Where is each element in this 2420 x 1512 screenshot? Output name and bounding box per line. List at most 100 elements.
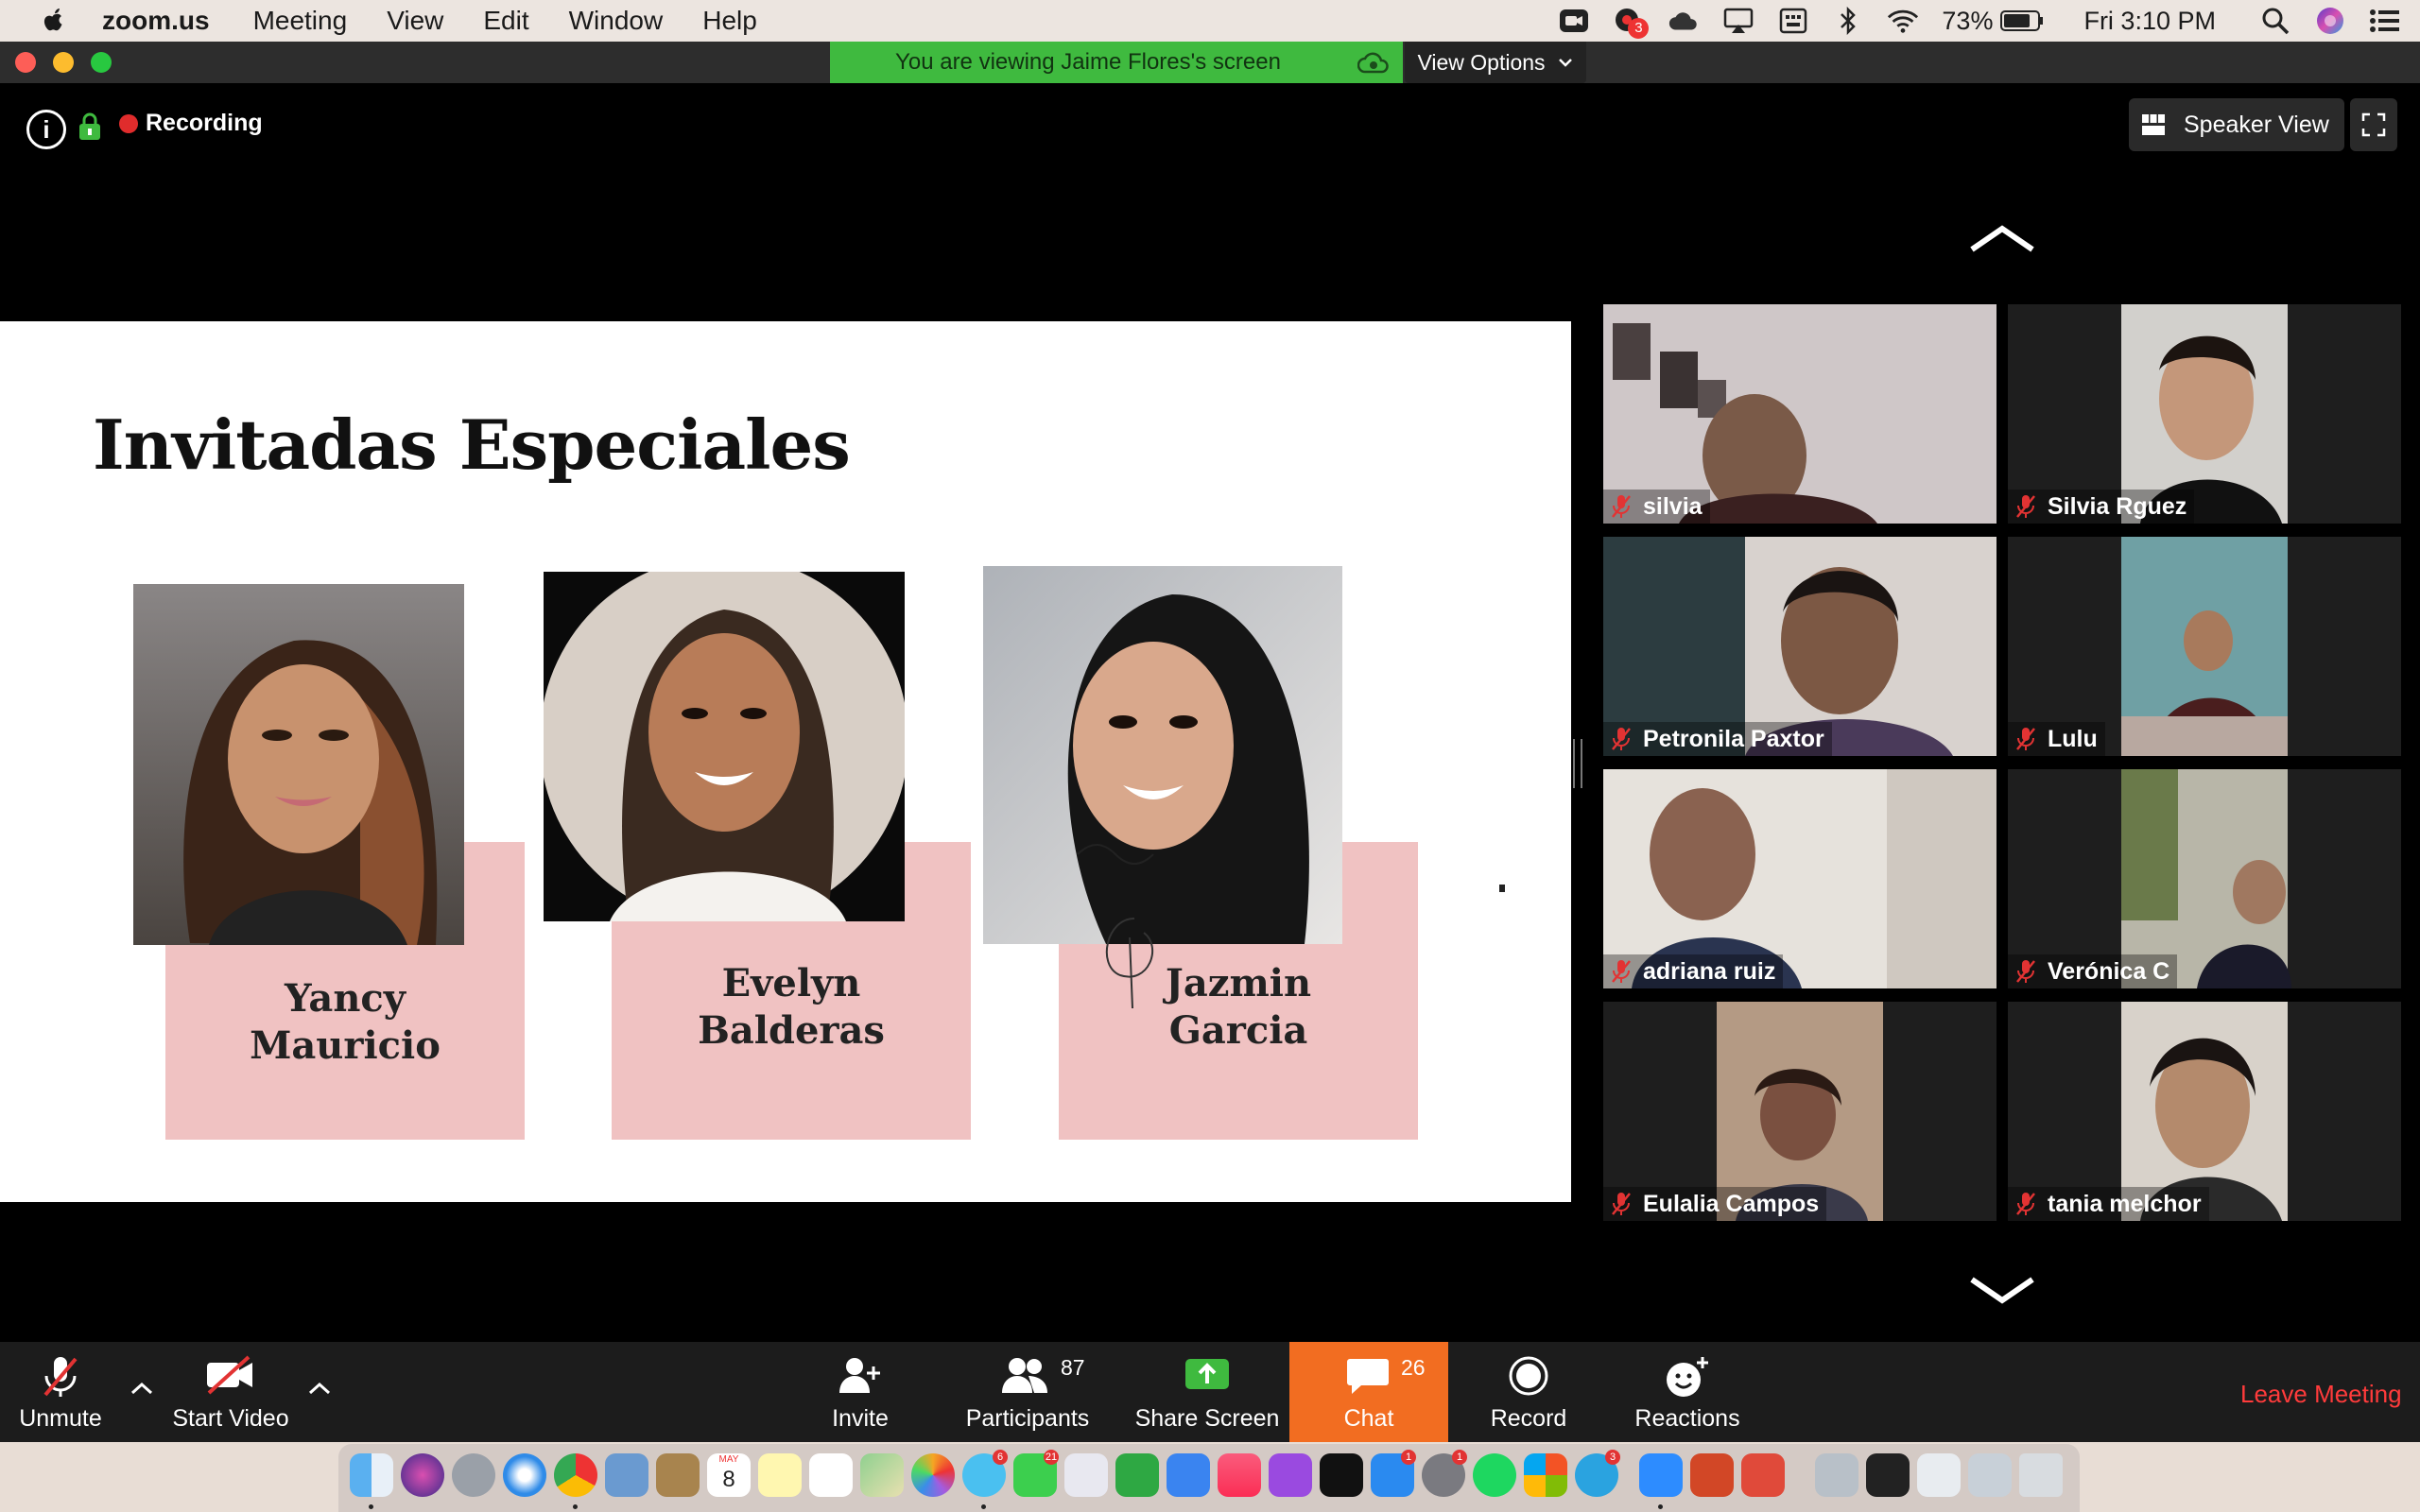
chat-button[interactable]: 26 Chat (1289, 1342, 1448, 1442)
guest-last-name: Mauricio (250, 1023, 441, 1068)
guest-first-name: Evelyn (721, 961, 861, 1005)
muted-mic-icon (2016, 960, 2035, 983)
video-options-chevron-icon[interactable] (308, 1382, 331, 1395)
participant-name-text: Lulu (2048, 725, 2098, 752)
textedit-icon[interactable] (1064, 1453, 1108, 1497)
zoom-status-icon[interactable] (1558, 7, 1590, 35)
zoom-window-button[interactable] (91, 52, 112, 73)
apple-tv-icon[interactable] (1320, 1453, 1363, 1497)
powerpoint-icon[interactable] (1690, 1453, 1734, 1497)
audio-options-chevron-icon[interactable] (130, 1382, 153, 1395)
maps-icon[interactable] (860, 1453, 904, 1497)
microsoft-icon[interactable] (1524, 1453, 1567, 1497)
leave-meeting-button[interactable]: Leave Meeting (2240, 1380, 2402, 1409)
encryption-lock-icon[interactable] (78, 112, 102, 142)
participant-tile[interactable]: tania melchor (2008, 1002, 2401, 1221)
participant-name: tania melchor (2008, 1187, 2209, 1221)
participants-button[interactable]: 87 Participants (951, 1342, 1104, 1442)
dock-badge: 1 (1452, 1450, 1467, 1465)
trash-icon[interactable] (2019, 1453, 2063, 1497)
chrome-icon[interactable] (554, 1453, 597, 1497)
apple-menu-icon[interactable] (40, 7, 68, 35)
gallery-down-arrow-icon[interactable] (1966, 1274, 2038, 1308)
menubar-clock[interactable]: Fri 3:10 PM (2083, 7, 2216, 36)
menu-meeting[interactable]: Meeting (253, 6, 348, 36)
participant-tile[interactable]: Silvia Rguez (2008, 304, 2401, 524)
folder-stack-icon[interactable] (1815, 1453, 1858, 1497)
minimize-window-button[interactable] (53, 52, 74, 73)
menu-help[interactable]: Help (702, 6, 757, 36)
finder-icon[interactable] (350, 1453, 393, 1497)
share-screen-button[interactable]: Share Screen (1131, 1342, 1284, 1442)
view-options-button[interactable]: View Options (1405, 42, 1586, 83)
battery-icon[interactable] (2000, 7, 2044, 35)
keyboard-icon[interactable] (1777, 7, 1809, 35)
record-button[interactable]: Record (1475, 1342, 1582, 1442)
photos-icon[interactable] (911, 1453, 955, 1497)
dock-badge: 3 (1605, 1450, 1620, 1465)
app-name[interactable]: zoom.us (102, 6, 210, 36)
menu-edit[interactable]: Edit (483, 6, 528, 36)
gallery-up-arrow-icon[interactable] (1966, 221, 2038, 255)
zoom-app-icon[interactable] (1639, 1453, 1683, 1497)
menu-view[interactable]: View (387, 6, 443, 36)
participant-name: adriana ruiz (1603, 954, 1784, 988)
notification-center-icon[interactable] (2369, 7, 2401, 35)
safari-icon[interactable] (503, 1453, 546, 1497)
participant-tile[interactable]: Verónica C (2008, 769, 2401, 988)
close-window-button[interactable] (15, 52, 36, 73)
participant-tile[interactable]: Petronila Paxtor (1603, 537, 1996, 756)
calendar-icon[interactable]: MAY 8 (707, 1453, 751, 1497)
reactions-button[interactable]: Reactions (1626, 1342, 1749, 1442)
running-indicator (369, 1504, 373, 1509)
spotify-icon[interactable] (1473, 1453, 1516, 1497)
guest-photo-evelyn (544, 572, 905, 921)
participants-label: Participants (965, 1405, 1090, 1432)
downloads-stack-icon[interactable] (1968, 1453, 2012, 1497)
participant-name-text: tania melchor (2048, 1190, 2202, 1217)
documents-stack-icon[interactable] (1917, 1453, 1961, 1497)
reactions-label: Reactions (1634, 1405, 1740, 1432)
wifi-icon[interactable] (1887, 7, 1919, 35)
participant-name: Petronila Paxtor (1603, 722, 1832, 756)
participant-tile[interactable]: adriana ruiz (1603, 769, 1996, 988)
siri-icon[interactable] (2314, 7, 2346, 35)
notification-app-icon[interactable]: 3 (1613, 7, 1650, 39)
airplay-icon[interactable] (1722, 7, 1754, 35)
notes-archive-icon[interactable] (656, 1453, 700, 1497)
battery-percent: 73% (1942, 6, 1994, 35)
start-video-label: Start Video (172, 1405, 289, 1432)
panel-resize-handle[interactable] (1573, 739, 1582, 788)
cloud-icon[interactable] (1668, 7, 1700, 35)
preview-icon[interactable] (605, 1453, 648, 1497)
participant-tile[interactable]: Eulalia Campos (1603, 1002, 1996, 1221)
invite-button[interactable]: Invite (813, 1342, 908, 1442)
unmute-button[interactable]: Unmute (0, 1342, 121, 1442)
podcasts-icon[interactable] (1269, 1453, 1312, 1497)
bluetooth-icon[interactable] (1832, 7, 1864, 35)
siri-app-icon[interactable] (401, 1453, 444, 1497)
window-titlebar: You are viewing Jaime Flores's screen Vi… (0, 42, 2420, 83)
terminal-icon[interactable] (1866, 1453, 1910, 1497)
start-video-button[interactable]: Start Video (161, 1342, 301, 1442)
participant-tile[interactable]: Lulu (2008, 537, 2401, 756)
mac-menubar: zoom.us Meeting View Edit Window Help 3 … (0, 0, 2420, 42)
participant-name-text: adriana ruiz (1643, 957, 1776, 985)
fullscreen-button[interactable] (2350, 98, 2397, 151)
x-app-icon[interactable] (1741, 1453, 1785, 1497)
chat-count: 26 (1401, 1355, 1426, 1380)
stickies-icon[interactable] (758, 1453, 802, 1497)
music-icon[interactable] (1218, 1453, 1261, 1497)
menu-window[interactable]: Window (569, 6, 664, 36)
cloud-recording-icon (1357, 52, 1389, 74)
add-person-icon (839, 1358, 880, 1393)
numbers-icon[interactable] (1115, 1453, 1159, 1497)
keynote-icon[interactable] (1167, 1453, 1210, 1497)
participant-tile[interactable]: silvia (1603, 304, 1996, 524)
reminders-icon[interactable] (809, 1453, 853, 1497)
speaker-view-button[interactable]: Speaker View (2129, 98, 2344, 151)
spotlight-search-icon[interactable] (2259, 7, 2291, 35)
launchpad-icon[interactable] (452, 1453, 495, 1497)
meeting-info-icon[interactable]: i (26, 110, 66, 149)
guest-first-name: Yancy (284, 976, 406, 1021)
